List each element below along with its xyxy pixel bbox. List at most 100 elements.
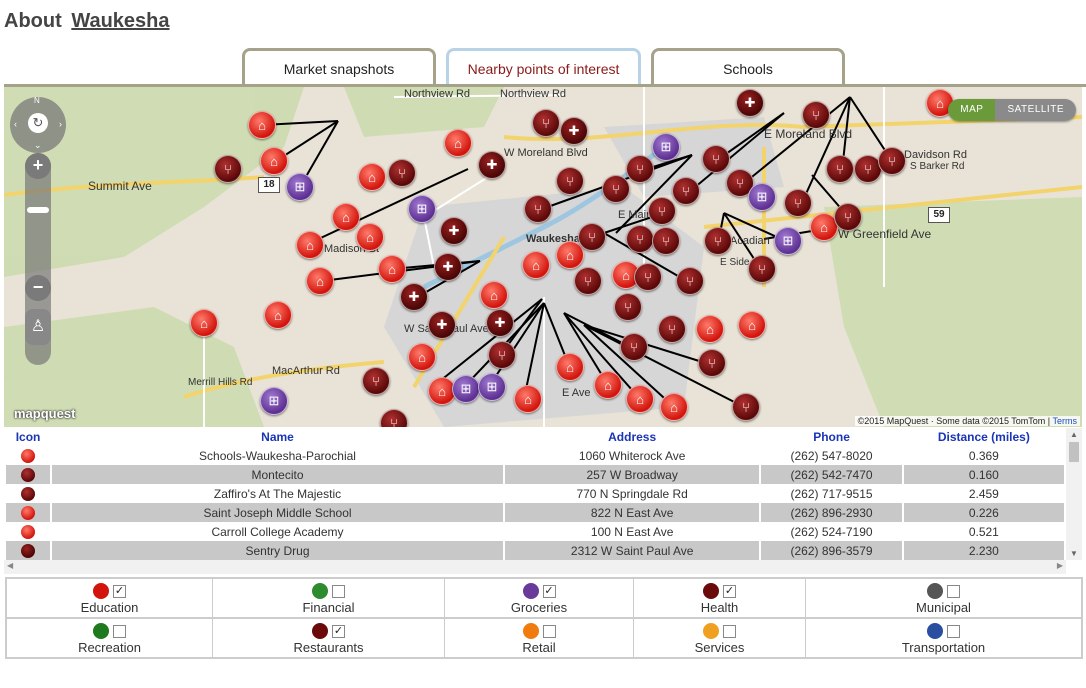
restaurant-pin[interactable]: ⑂: [214, 155, 242, 183]
table-horizontal-scrollbar[interactable]: ◀ ▶: [4, 560, 1066, 574]
restaurant-pin[interactable]: ⑂: [602, 175, 630, 203]
restaurant-pin[interactable]: ⑂: [532, 109, 560, 137]
filter-retail[interactable]: Retail: [444, 618, 634, 658]
scroll-left-icon[interactable]: ◀: [7, 561, 13, 570]
restaurant-pin[interactable]: ⑂: [732, 393, 760, 421]
restaurant-pin[interactable]: ⑂: [704, 227, 732, 255]
restaurants-checkbox[interactable]: ✓: [332, 624, 345, 638]
education-pin[interactable]: ⌂: [248, 111, 276, 139]
column-header-name[interactable]: Name: [52, 428, 503, 446]
restaurant-pin[interactable]: ⑂: [388, 159, 416, 187]
groceries-pin[interactable]: ⊞: [408, 195, 436, 223]
filter-financial[interactable]: Financial: [212, 578, 445, 618]
restaurant-pin[interactable]: ⑂: [524, 195, 552, 223]
map-view[interactable]: Northview Rd Northview Rd Summit Ave W M…: [4, 87, 1082, 427]
health-pin[interactable]: ✚: [434, 253, 462, 281]
health-pin[interactable]: ✚: [478, 151, 506, 179]
education-pin[interactable]: ⌂: [190, 309, 218, 337]
restaurant-pin[interactable]: ⑂: [658, 315, 686, 343]
restaurant-pin[interactable]: ⑂: [878, 147, 906, 175]
education-pin[interactable]: ⌂: [514, 385, 542, 413]
filter-municipal[interactable]: Municipal: [805, 578, 1082, 618]
restaurant-pin[interactable]: ⑂: [834, 203, 862, 231]
education-pin[interactable]: ⌂: [522, 251, 550, 279]
groceries-pin[interactable]: ⊞: [478, 373, 506, 401]
map-type-map-button[interactable]: MAP: [948, 99, 996, 121]
zoom-out-button[interactable]: −: [25, 275, 51, 301]
restaurant-pin[interactable]: ⑂: [652, 227, 680, 255]
education-checkbox[interactable]: ✓: [113, 584, 126, 598]
groceries-pin[interactable]: ⊞: [286, 173, 314, 201]
recreation-checkbox[interactable]: [113, 624, 126, 638]
restaurant-pin[interactable]: ⑂: [626, 155, 654, 183]
filter-transportation[interactable]: Transportation: [805, 618, 1082, 658]
table-row[interactable]: Montecito 257 W Broadway (262) 542-7470 …: [6, 465, 1064, 484]
education-pin[interactable]: ⌂: [594, 371, 622, 399]
health-checkbox[interactable]: ✓: [723, 584, 736, 598]
street-view-icon[interactable]: ♙: [25, 309, 51, 345]
groceries-pin[interactable]: ⊞: [260, 387, 288, 415]
education-pin[interactable]: ⌂: [296, 231, 324, 259]
restaurant-pin[interactable]: ⑂: [488, 341, 516, 369]
municipal-checkbox[interactable]: [947, 584, 960, 598]
education-pin[interactable]: ⌂: [660, 393, 688, 421]
restaurant-pin[interactable]: ⑂: [676, 267, 704, 295]
pan-down-icon[interactable]: ⌄: [34, 140, 42, 151]
restaurant-pin[interactable]: ⑂: [826, 155, 854, 183]
poi-table-container[interactable]: Icon Name Address Phone Distance (miles)…: [4, 428, 1082, 574]
education-pin[interactable]: ⌂: [626, 385, 654, 413]
zoom-slider-thumb[interactable]: [27, 207, 49, 213]
health-pin[interactable]: ✚: [560, 117, 588, 145]
column-header-icon[interactable]: Icon: [6, 428, 50, 446]
filter-groceries[interactable]: ✓ Groceries: [444, 578, 634, 618]
health-pin[interactable]: ✚: [440, 217, 468, 245]
table-row[interactable]: Saint Joseph Middle School 822 N East Av…: [6, 503, 1064, 522]
restaurant-pin[interactable]: ⑂: [634, 263, 662, 291]
health-pin[interactable]: ✚: [736, 89, 764, 117]
health-pin[interactable]: ✚: [400, 283, 428, 311]
education-pin[interactable]: ⌂: [738, 311, 766, 339]
restaurant-pin[interactable]: ⑂: [614, 293, 642, 321]
education-pin[interactable]: ⌂: [358, 163, 386, 191]
scroll-up-icon[interactable]: ▲: [1070, 430, 1078, 439]
education-pin[interactable]: ⌂: [408, 343, 436, 371]
tab-market-snapshots[interactable]: Market snapshots: [242, 48, 436, 86]
health-pin[interactable]: ✚: [428, 311, 456, 339]
pan-control[interactable]: N ‹ › ⌄ ↻: [10, 96, 66, 153]
column-header-address[interactable]: Address: [505, 428, 759, 446]
education-pin[interactable]: ⌂: [332, 203, 360, 231]
financial-checkbox[interactable]: [332, 584, 345, 598]
groceries-pin[interactable]: ⊞: [748, 183, 776, 211]
column-header-phone[interactable]: Phone: [761, 428, 901, 446]
pan-left-icon[interactable]: ‹: [14, 119, 17, 129]
restaurant-pin[interactable]: ⑂: [672, 177, 700, 205]
tab-nearby-points-of-interest[interactable]: Nearby points of interest: [446, 48, 641, 86]
recenter-icon[interactable]: ↻: [28, 113, 48, 133]
table-row[interactable]: Zaffiro's At The Majestic 770 N Springda…: [6, 484, 1064, 503]
education-pin[interactable]: ⌂: [378, 255, 406, 283]
groceries-pin[interactable]: ⊞: [774, 227, 802, 255]
restaurant-pin[interactable]: ⑂: [362, 367, 390, 395]
education-pin[interactable]: ⌂: [696, 315, 724, 343]
table-row[interactable]: Carroll College Academy 100 N East Ave (…: [6, 522, 1064, 541]
restaurant-pin[interactable]: ⑂: [620, 333, 648, 361]
table-vertical-scrollbar[interactable]: ▲ ▼: [1066, 428, 1082, 560]
restaurant-pin[interactable]: ⑂: [648, 197, 676, 225]
health-pin[interactable]: ✚: [486, 309, 514, 337]
education-pin[interactable]: ⌂: [556, 353, 584, 381]
terms-link[interactable]: Terms: [1053, 416, 1078, 426]
education-pin[interactable]: ⌂: [264, 301, 292, 329]
restaurant-pin[interactable]: ⑂: [784, 189, 812, 217]
restaurant-pin[interactable]: ⑂: [578, 223, 606, 251]
table-row[interactable]: Sentry Drug 2312 W Saint Paul Ave (262) …: [6, 541, 1064, 560]
restaurant-pin[interactable]: ⑂: [574, 267, 602, 295]
filter-recreation[interactable]: Recreation: [6, 618, 213, 658]
scroll-down-icon[interactable]: ▼: [1070, 549, 1078, 558]
services-checkbox[interactable]: [723, 624, 736, 638]
pan-right-icon[interactable]: ›: [59, 119, 62, 129]
filter-restaurants[interactable]: ✓ Restaurants: [212, 618, 445, 658]
restaurant-pin[interactable]: ⑂: [802, 101, 830, 129]
education-pin[interactable]: ⌂: [306, 267, 334, 295]
column-header-distance[interactable]: Distance (miles): [904, 428, 1064, 446]
scrollbar-thumb[interactable]: [1069, 442, 1079, 462]
